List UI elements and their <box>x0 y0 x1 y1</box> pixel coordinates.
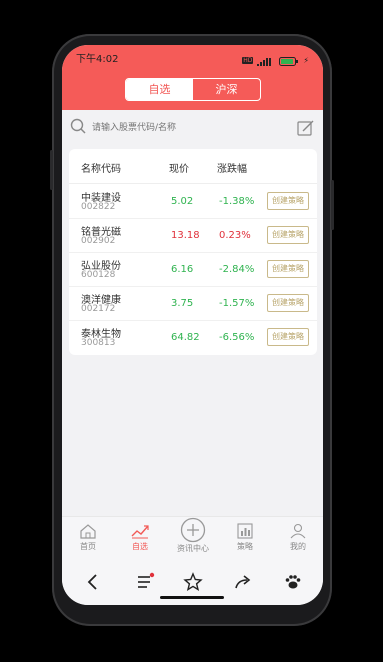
search-icon <box>70 118 86 138</box>
stock-code: 002902 <box>81 236 116 246</box>
create-strategy-button[interactable]: 创建策略 <box>267 294 309 312</box>
share-icon[interactable] <box>232 571 254 593</box>
stock-price: 6.16 <box>171 264 194 275</box>
back-arrow-icon[interactable] <box>82 571 104 593</box>
tab-label: 资讯中心 <box>177 544 209 553</box>
stock-price: 5.02 <box>171 196 194 207</box>
edit-icon[interactable] <box>297 119 315 141</box>
column-header: 涨跌幅 <box>217 164 247 175</box>
power-button <box>331 180 334 230</box>
watchlist-table: 名称代码 现价 涨跌幅 中装建设 002822 5.02 -1.38% 创建策略… <box>69 149 317 355</box>
table-row[interactable]: 铭普光磁 002902 13.18 0.23% 创建策略 <box>69 218 317 253</box>
home-icon <box>65 523 111 541</box>
tab-news-center[interactable]: 资讯中心 <box>169 517 217 554</box>
trend-chart-icon <box>117 523 163 541</box>
create-strategy-button[interactable]: 创建策略 <box>267 260 309 278</box>
stock-change: -1.38% <box>219 196 255 207</box>
segment-switch: 自选 沪深 <box>125 78 261 101</box>
search-input[interactable] <box>90 122 284 134</box>
app-screen: 下午4:02 HD ⚡ 自选 沪深 名称代码 现价 涨 <box>62 45 323 605</box>
create-strategy-button[interactable]: 创建策略 <box>267 192 309 210</box>
tab-strategy[interactable]: 策略 <box>222 523 268 552</box>
star-icon[interactable] <box>182 571 204 593</box>
table-header: 名称代码 现价 涨跌幅 <box>69 149 317 184</box>
table-row[interactable]: 澳洋健康 002172 3.75 -1.57% 创建策略 <box>69 286 317 321</box>
bar-chart-icon <box>222 523 268 541</box>
stock-code: 600128 <box>81 270 116 280</box>
tab-profile[interactable]: 我的 <box>275 523 321 552</box>
tab-label: 我的 <box>290 542 306 551</box>
stock-code: 300813 <box>81 338 116 348</box>
stock-change: -1.57% <box>219 298 255 309</box>
stock-change: 0.23% <box>219 230 251 241</box>
table-row[interactable]: 中装建设 002822 5.02 -1.38% 创建策略 <box>69 184 317 219</box>
browser-nav-bar <box>62 565 323 605</box>
tab-favorites[interactable]: 自选 <box>126 79 193 100</box>
tab-label: 策略 <box>237 542 253 551</box>
user-icon <box>275 523 321 541</box>
table-row[interactable]: 泰林生物 300813 64.82 -6.56% 创建策略 <box>69 320 317 354</box>
home-indicator <box>160 596 224 599</box>
bottom-tab-bar: 首页 自选 资讯中心 策略 我的 <box>62 516 323 565</box>
stock-change: -6.56% <box>219 332 255 343</box>
search-bar[interactable] <box>70 115 315 141</box>
tab-favorites-nav[interactable]: 自选 <box>117 523 163 552</box>
volume-button <box>50 150 53 190</box>
plus-circle-icon <box>169 517 217 543</box>
create-strategy-button[interactable]: 创建策略 <box>267 328 309 346</box>
stock-code: 002172 <box>81 304 116 314</box>
column-header: 名称代码 <box>81 164 121 175</box>
stock-price: 64.82 <box>171 332 200 343</box>
paw-icon[interactable] <box>282 571 304 593</box>
create-strategy-button[interactable]: 创建策略 <box>267 226 309 244</box>
tab-label: 自选 <box>132 542 148 551</box>
top-header: 自选 沪深 <box>62 67 323 110</box>
status-bar: 下午4:02 HD ⚡ <box>62 45 323 67</box>
status-time: 下午4:02 <box>76 54 119 65</box>
hd-icon: HD <box>242 57 254 64</box>
charging-icon: ⚡ <box>303 56 309 65</box>
stock-change: -2.84% <box>219 264 255 275</box>
tab-label: 首页 <box>80 542 96 551</box>
stock-price: 3.75 <box>171 298 194 309</box>
stock-price: 13.18 <box>171 230 200 241</box>
tab-shanghai-shenzhen[interactable]: 沪深 <box>193 79 260 100</box>
stock-code: 002822 <box>81 202 116 212</box>
table-row[interactable]: 弘业股份 600128 6.16 -2.84% 创建策略 <box>69 252 317 287</box>
column-header: 现价 <box>169 164 189 175</box>
menu-icon[interactable] <box>134 571 156 593</box>
tab-home[interactable]: 首页 <box>65 523 111 552</box>
